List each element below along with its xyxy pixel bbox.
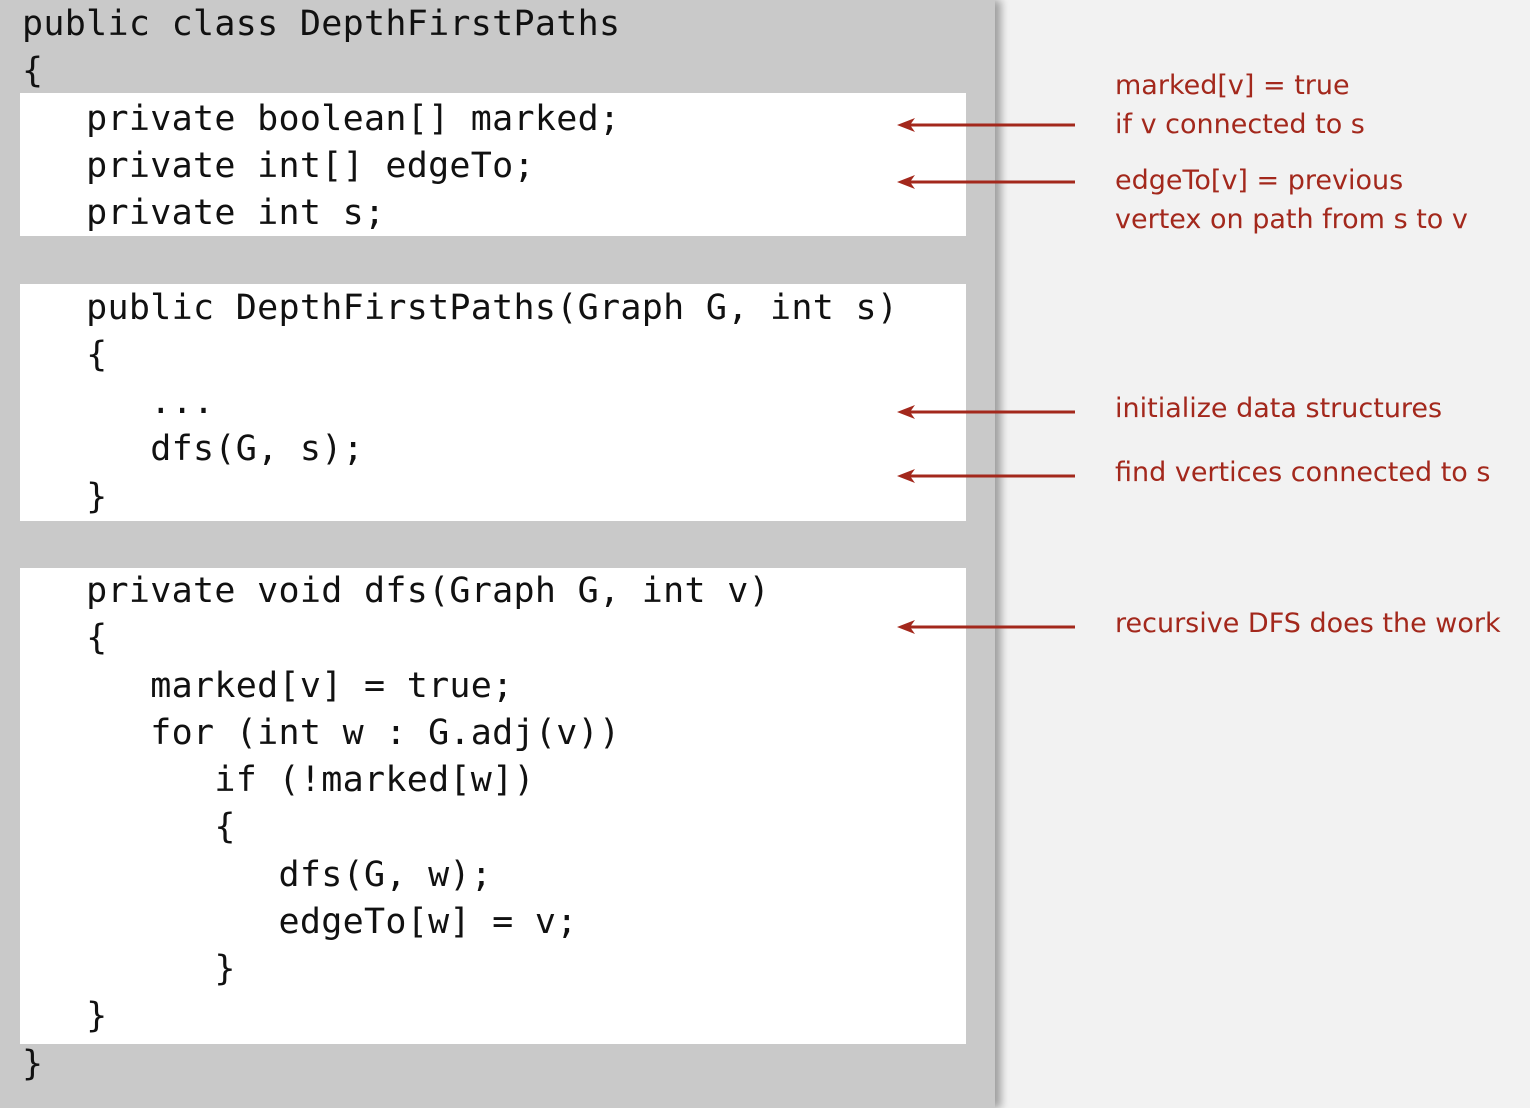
annotation-line: edgeTo[v] = previous xyxy=(1115,165,1404,196)
code-line: { xyxy=(22,618,108,659)
annotation-line: vertex on path from s to v xyxy=(1115,204,1468,235)
code-listing: public class DepthFirstPaths { private bo… xyxy=(22,1,898,1088)
code-line: for (int w : G.adj(v)) xyxy=(22,712,621,753)
arrow-left-icon xyxy=(897,469,1075,483)
code-line: { xyxy=(22,51,44,92)
annotation-find-vertices: find vertices connected to s xyxy=(1115,453,1490,492)
annotation-line: find vertices connected to s xyxy=(1115,457,1491,488)
code-line: { xyxy=(22,807,236,848)
code-line: marked[v] = true; xyxy=(22,665,514,706)
code-line: public DepthFirstPaths(Graph G, int s) xyxy=(22,287,899,328)
annotation-line: recursive DFS does the work xyxy=(1115,608,1501,639)
code-line: } xyxy=(22,949,236,989)
code-line: dfs(G, w); xyxy=(22,854,493,895)
code-line: { xyxy=(22,334,108,375)
code-line: if (!marked[w]) xyxy=(22,760,535,800)
annotation-edgeto: edgeTo[v] = previous vertex on path from… xyxy=(1115,161,1468,239)
code-line: private void dfs(Graph G, int v) xyxy=(22,571,771,611)
code-line: edgeTo[w] = v; xyxy=(22,901,578,942)
code-line: public class DepthFirstPaths xyxy=(22,4,621,44)
arrow-left-icon xyxy=(897,620,1075,634)
annotation-recursive-dfs: recursive DFS does the work xyxy=(1115,604,1501,643)
annotation-line: if v connected to s xyxy=(1115,109,1365,140)
code-line: private int s; xyxy=(22,193,386,233)
annotation-line: marked[v] = true xyxy=(1115,70,1350,101)
annotation-marked: marked[v] = true if v connected to s xyxy=(1115,66,1365,144)
code-line: ... xyxy=(22,382,215,422)
arrow-left-icon xyxy=(897,118,1075,132)
arrow-left-icon xyxy=(897,175,1075,189)
annotation-initialize: initialize data structures xyxy=(1115,389,1442,428)
arrow-left-icon xyxy=(897,405,1075,419)
annotation-line: initialize data structures xyxy=(1115,393,1443,424)
code-line: } xyxy=(22,476,108,517)
code-panel: public class DepthFirstPaths { private bo… xyxy=(0,0,995,1108)
code-line: } xyxy=(22,996,108,1037)
code-line: private boolean[] marked; xyxy=(22,98,621,139)
code-line: dfs(G, s); xyxy=(22,429,364,470)
code-line: private int[] edgeTo; xyxy=(22,145,535,186)
code-line: } xyxy=(22,1043,44,1084)
